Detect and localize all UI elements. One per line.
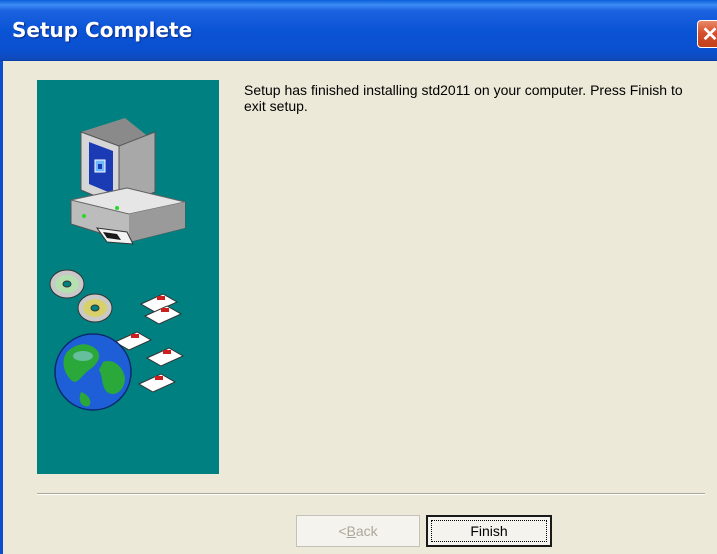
cd-discs-icon [49,269,113,323]
title-bar[interactable]: Setup Complete ✕ [0,0,717,61]
button-divider [37,493,705,495]
computer-icon [70,118,186,245]
back-button-accelerator: B [346,523,356,539]
completion-message: Setup has finished installing std2011 on… [244,82,683,114]
close-icon: ✕ [701,23,717,46]
window-frame [0,61,3,554]
setup-banner-image [37,80,219,474]
finish-button[interactable]: Finish [426,515,552,547]
back-button-prefix: < [338,523,347,539]
back-button-label: ack [355,523,378,539]
setup-dialog: Setup Complete ✕ Setup has finished inst… [0,0,717,554]
window-title: Setup Complete [12,18,193,42]
globe-icon [54,333,132,411]
focus-rectangle [431,520,547,542]
back-button[interactable]: < Back [296,515,420,547]
close-button[interactable]: ✕ [697,20,717,48]
